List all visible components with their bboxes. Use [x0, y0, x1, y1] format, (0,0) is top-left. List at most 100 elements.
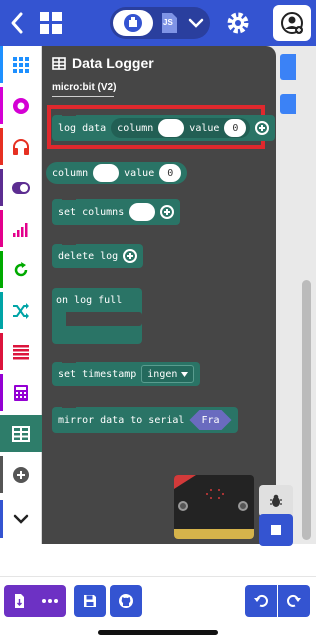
- list-icon: [13, 344, 29, 359]
- blocks-mode-button[interactable]: [113, 10, 153, 36]
- redo-button[interactable]: [278, 585, 310, 617]
- redo-icon: [287, 594, 301, 607]
- javascript-mode-button[interactable]: JS: [157, 11, 181, 35]
- home-button[interactable]: [38, 10, 64, 36]
- block-set-timestamp[interactable]: set timestamp ingen: [52, 360, 201, 386]
- block-delete-log[interactable]: delete log: [52, 242, 144, 268]
- category-input[interactable]: [0, 87, 42, 124]
- block-mirror-serial[interactable]: mirror data to serial Fra: [52, 405, 238, 433]
- block-slot: [66, 312, 142, 326]
- column-label: column: [117, 122, 154, 134]
- loop-icon: [14, 261, 28, 276]
- signal-bars-icon: [13, 222, 28, 237]
- more-dots-icon: [42, 599, 58, 603]
- chevron-down-icon: [188, 18, 204, 28]
- top-toolbar: JS: [0, 0, 316, 46]
- home-indicator: [98, 630, 218, 635]
- undo-icon: [254, 594, 268, 607]
- github-button[interactable]: [110, 585, 142, 617]
- category-math[interactable]: [0, 374, 42, 411]
- debug-button[interactable]: [259, 485, 293, 517]
- category-variables[interactable]: [0, 333, 42, 370]
- category-led[interactable]: [0, 169, 42, 206]
- js-label: JS: [163, 18, 173, 27]
- stop-simulator-button[interactable]: [259, 514, 293, 546]
- boolean-toggle-field[interactable]: Fra: [189, 410, 231, 430]
- toolbox-sidebar: [0, 46, 42, 544]
- board-edge-connector: [174, 529, 254, 539]
- category-data-logger[interactable]: [0, 415, 42, 452]
- category-music[interactable]: [0, 128, 42, 165]
- led: [218, 489, 220, 491]
- block-column-value[interactable]: column value 0: [46, 162, 188, 184]
- download-file-icon: [15, 594, 24, 608]
- add-column-button[interactable]: [160, 205, 175, 219]
- dropdown-value: ingen: [147, 368, 178, 380]
- save-icon: [84, 595, 96, 607]
- column-name-field[interactable]: [129, 203, 156, 221]
- download-button[interactable]: [4, 585, 66, 617]
- headphones-icon: [13, 138, 29, 155]
- table-icon: [52, 56, 66, 70]
- button-b[interactable]: [238, 501, 248, 511]
- bug-icon: [270, 494, 282, 507]
- workspace-block-edge[interactable]: [280, 54, 296, 80]
- value-field[interactable]: 0: [159, 164, 182, 182]
- led: [210, 489, 212, 491]
- category-extensions[interactable]: [0, 456, 42, 493]
- led: [222, 493, 224, 495]
- block-label: set timestamp: [58, 368, 137, 380]
- block-set-columns[interactable]: set columns: [52, 197, 181, 225]
- value-label: value: [124, 167, 155, 179]
- shuffle-icon: [13, 302, 29, 319]
- block-label: delete log: [58, 250, 119, 262]
- microbit-simulator[interactable]: [174, 475, 254, 539]
- timestamp-dropdown[interactable]: ingen: [141, 365, 195, 383]
- toolbox-flyout: Data Logger micro:bit (V2) log data colu…: [42, 46, 276, 544]
- gear-icon: [227, 12, 249, 34]
- target-icon: [13, 97, 29, 114]
- plus-circle-icon: [13, 466, 29, 483]
- column-name-field[interactable]: [93, 164, 120, 182]
- save-button[interactable]: [74, 585, 106, 617]
- block-label: on log full: [56, 295, 123, 306]
- column-value-input[interactable]: column value 0: [111, 118, 251, 138]
- settings-button[interactable]: [224, 9, 252, 37]
- block-log-data[interactable]: log data column value 0: [52, 113, 276, 141]
- stop-icon: [271, 525, 281, 535]
- section-label: micro:bit (V2): [52, 82, 117, 93]
- value-field[interactable]: 0: [224, 119, 247, 137]
- undo-button[interactable]: [245, 585, 277, 617]
- grid-icon: [13, 56, 29, 73]
- category-loops[interactable]: [0, 251, 42, 288]
- user-add-icon: [281, 12, 303, 34]
- back-button[interactable]: [6, 10, 30, 36]
- led: [210, 497, 212, 499]
- user-button[interactable]: [273, 5, 311, 41]
- workspace-scrollbar[interactable]: [302, 280, 311, 540]
- options-button[interactable]: [123, 249, 138, 263]
- add-column-button[interactable]: [255, 121, 270, 135]
- category-logic[interactable]: [0, 292, 42, 329]
- block-label: mirror data to serial: [58, 414, 185, 426]
- led: [218, 497, 220, 499]
- board-corner: [174, 475, 196, 489]
- column-name-field[interactable]: [158, 119, 185, 137]
- caret-down-icon: [181, 371, 189, 377]
- back-icon: [11, 12, 23, 34]
- value-label: value: [189, 122, 220, 134]
- home-icon: [40, 12, 62, 34]
- calculator-icon: [14, 384, 28, 401]
- section-divider: [52, 96, 114, 97]
- button-a[interactable]: [178, 501, 188, 511]
- category-radio[interactable]: [0, 210, 42, 247]
- block-label: set columns: [58, 206, 125, 218]
- flyout-title: Data Logger: [52, 51, 154, 75]
- block-on-log-full[interactable]: on log full: [52, 288, 142, 344]
- category-basic[interactable]: [0, 46, 42, 83]
- table-icon: [12, 425, 30, 442]
- editor-mode-toggle: JS: [110, 7, 210, 39]
- mode-dropdown-button[interactable]: [186, 13, 206, 33]
- sidebar-expand-button[interactable]: [3, 500, 39, 538]
- workspace-block-edge[interactable]: [280, 94, 296, 114]
